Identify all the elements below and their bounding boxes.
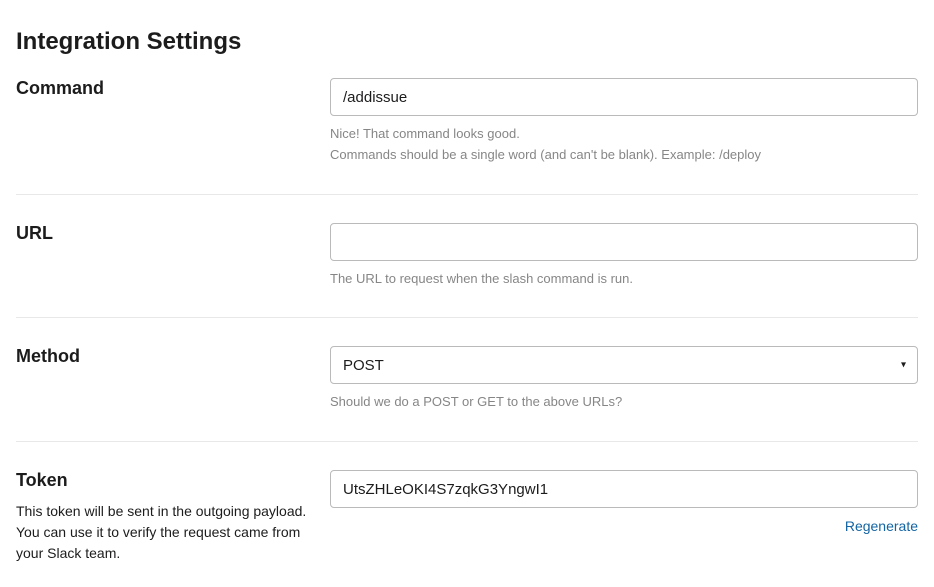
token-input[interactable] xyxy=(330,470,918,508)
url-section: URL The URL to request when the slash co… xyxy=(16,223,918,319)
command-section: Command Nice! That command looks good. C… xyxy=(16,78,918,195)
token-desc: This token will be sent in the outgoing … xyxy=(16,501,310,564)
method-section: Method POST ▾ Should we do a POST or GET… xyxy=(16,346,918,442)
method-help: Should we do a POST or GET to the above … xyxy=(330,392,918,413)
url-label: URL xyxy=(16,223,310,244)
command-label: Command xyxy=(16,78,310,99)
url-input[interactable] xyxy=(330,223,918,261)
token-label: Token xyxy=(16,470,310,491)
page-title: Integration Settings xyxy=(16,28,918,56)
command-input[interactable] xyxy=(330,78,918,116)
command-help-line1: Nice! That command looks good. xyxy=(330,126,520,141)
command-help-line2: Commands should be a single word (and ca… xyxy=(330,147,761,162)
command-help: Nice! That command looks good. Commands … xyxy=(330,124,918,166)
url-help: The URL to request when the slash comman… xyxy=(330,269,918,290)
method-select[interactable]: POST xyxy=(330,346,918,384)
method-label: Method xyxy=(16,346,310,367)
regenerate-link[interactable]: Regenerate xyxy=(845,518,918,534)
token-section: Token This token will be sent in the out… xyxy=(16,470,918,564)
